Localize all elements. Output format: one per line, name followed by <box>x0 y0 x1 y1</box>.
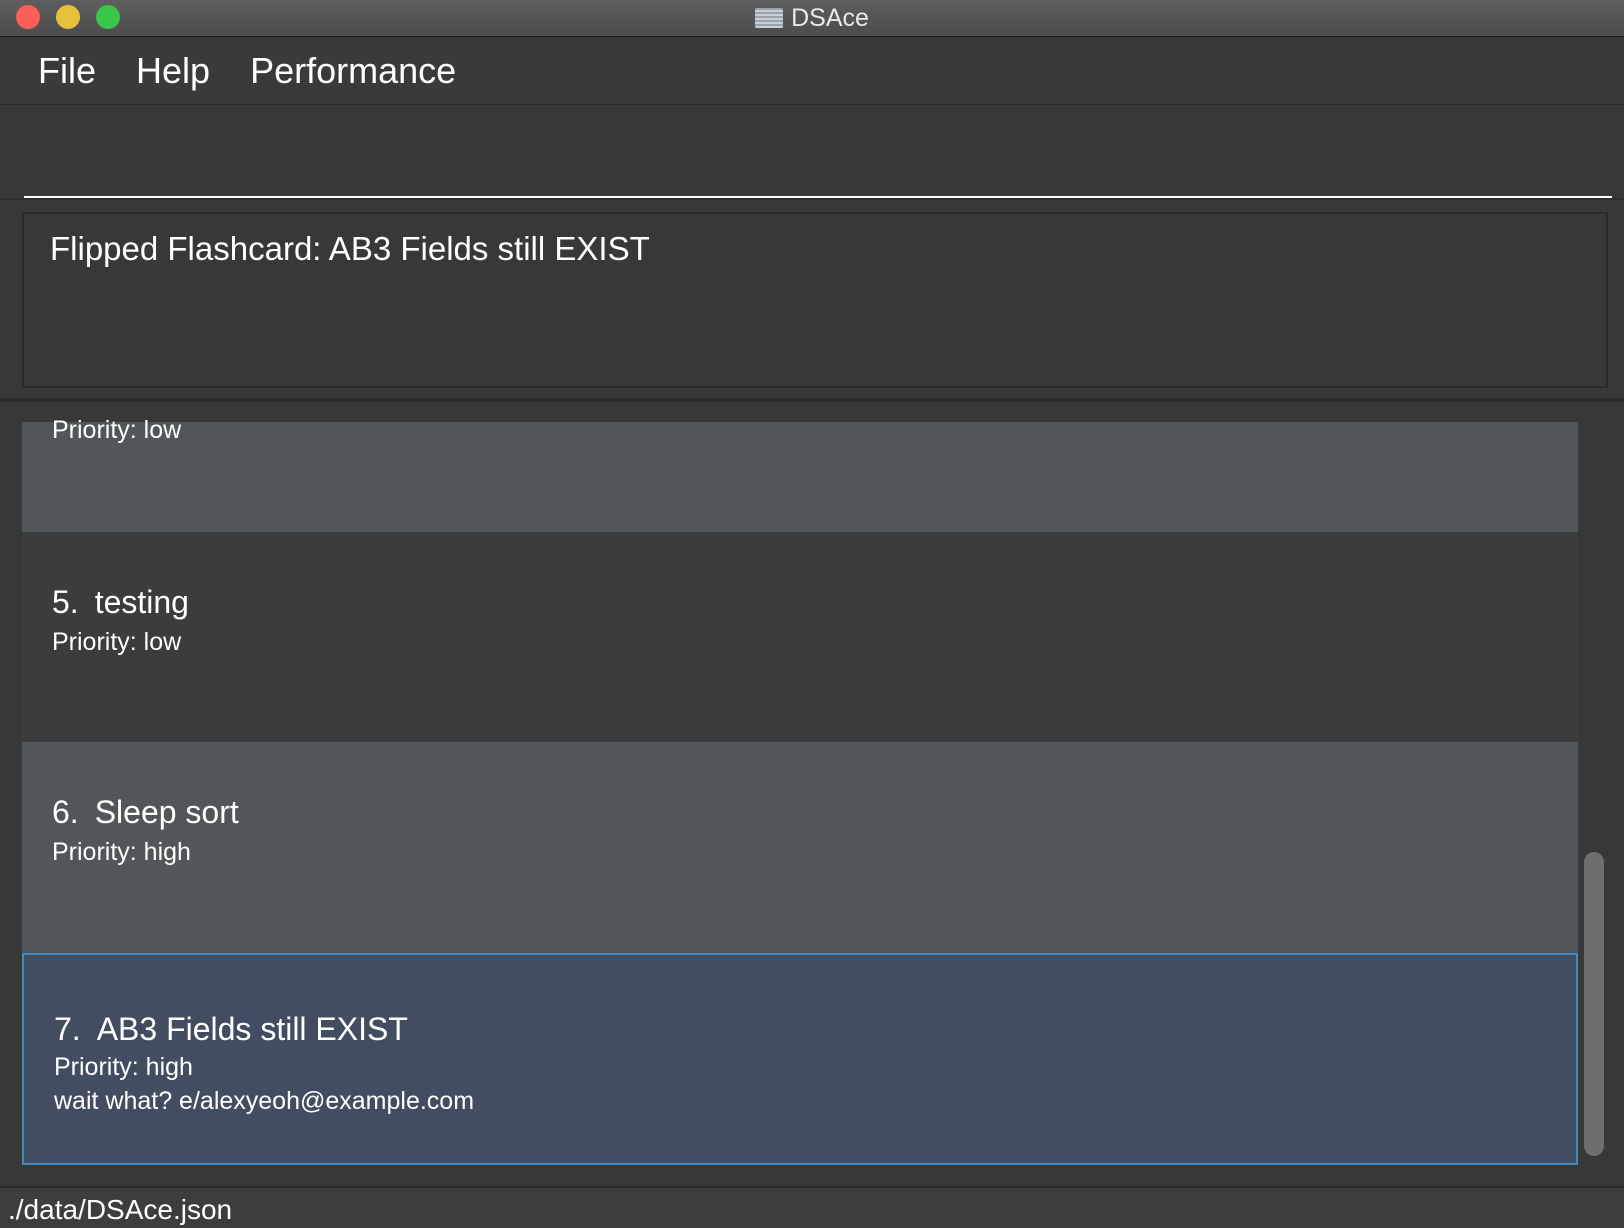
menu-bar: File Help Performance <box>0 37 1624 105</box>
flashcard-question: AB3 Fields still EXIST <box>96 1011 408 1047</box>
result-display: Flipped Flashcard: AB3 Fields still EXIS… <box>22 212 1608 388</box>
flashcard-item[interactable]: 5. testing Priority: low <box>22 532 1578 742</box>
document-icon <box>755 8 784 28</box>
command-input[interactable] <box>24 124 1612 198</box>
flashcard-item[interactable]: 6. Sleep sort Priority: high <box>22 742 1578 953</box>
flashcard-index: 6. <box>52 794 79 830</box>
status-bar: ./data/DSAce.json <box>0 1186 1624 1228</box>
flashcard-title: 7. AB3 Fields still EXIST <box>54 1011 408 1048</box>
result-message: Flipped Flashcard: AB3 Fields still EXIS… <box>50 230 650 267</box>
flashcard-priority: Priority: low <box>52 628 182 656</box>
title-bar: DSAce <box>0 0 1624 37</box>
window-title: DSAce <box>791 3 869 32</box>
list-scrollbar[interactable] <box>1584 852 1604 1156</box>
menu-file[interactable]: File <box>24 50 110 92</box>
flashcard-index: 5. <box>52 584 79 620</box>
flashcard-question: Sleep sort <box>94 794 239 830</box>
flashcard-question: testing <box>94 584 189 620</box>
flashcard-title: 5. testing <box>52 584 189 621</box>
menu-performance[interactable]: Performance <box>236 50 470 92</box>
flashcard-item[interactable]: Priority: low <box>22 416 1578 532</box>
flashcard-item-selected[interactable]: 7. AB3 Fields still EXIST Priority: high … <box>22 953 1578 1165</box>
flashcard-note: wait what? e/alexyeoh@example.com <box>54 1087 475 1115</box>
save-file-path: ./data/DSAce.json <box>8 1194 233 1225</box>
window-title-group: DSAce <box>0 0 1624 36</box>
flashcard-list[interactable]: Priority: low 5. testing Priority: low 6.… <box>0 402 1624 1184</box>
flashcard-priority: Priority: high <box>52 838 191 866</box>
flashcard-priority: Priority: high <box>54 1053 193 1081</box>
flashcard-index: 7. <box>54 1011 81 1047</box>
flashcard-title: 6. Sleep sort <box>52 794 239 831</box>
command-box <box>0 106 1624 200</box>
menu-help[interactable]: Help <box>122 50 224 92</box>
flashcard-priority: Priority: low <box>52 416 182 444</box>
